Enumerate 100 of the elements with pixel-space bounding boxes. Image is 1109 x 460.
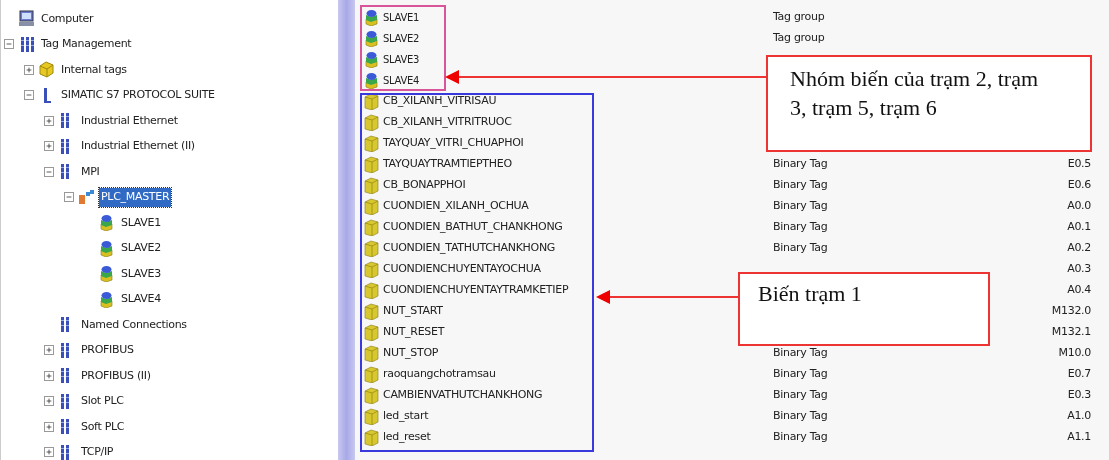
stack-icon	[363, 9, 380, 26]
tag-address: M10.0	[1057, 345, 1092, 362]
tree-item[interactable]: SLAVE2	[119, 239, 163, 258]
tag-address: M132.0	[1050, 303, 1092, 320]
tag-name[interactable]: NUT_STOP	[383, 345, 439, 362]
collapse-toggle[interactable]	[44, 166, 54, 177]
tree-item[interactable]: Internal tags	[59, 60, 129, 79]
tag-name[interactable]: CUONDIEN_TATHUTCHANKHONG	[383, 240, 556, 257]
stack-icon	[98, 290, 115, 308]
tag-type: Tag group	[773, 30, 826, 47]
tag-address: E0.7	[1066, 366, 1092, 383]
cube-icon	[363, 219, 380, 236]
tree-item[interactable]: Named Connections	[79, 315, 189, 334]
tree-item[interactable]: SLAVE4	[119, 290, 163, 309]
stack-icon	[363, 30, 380, 47]
tag-address: E0.3	[1066, 387, 1092, 404]
tree-item[interactable]: Soft PLC	[79, 417, 127, 436]
tag-name[interactable]: TAYQUAYTRAMTIEPTHEO	[383, 156, 512, 173]
cube-icon	[363, 135, 380, 152]
tree-item[interactable]: TCP/IP	[79, 443, 116, 460]
expand-toggle[interactable]	[44, 370, 54, 381]
tag-name[interactable]: SLAVE1	[383, 10, 420, 25]
expand-toggle[interactable]	[44, 396, 54, 407]
cube-icon	[363, 408, 380, 425]
tag-name[interactable]: SLAVE3	[383, 52, 420, 67]
stack-icon	[363, 72, 380, 89]
tag-address: A0.3	[1066, 261, 1092, 278]
cube-icon	[363, 240, 380, 257]
computer-icon	[18, 10, 35, 28]
tag-address: A0.4	[1066, 282, 1092, 299]
tree-item[interactable]: MPI	[79, 162, 102, 181]
tag-type: Binary Tag	[773, 156, 829, 173]
tag-name[interactable]: CUONDIEN_BATHUT_CHANKHONG	[383, 219, 563, 236]
tag-name[interactable]: NUT_START	[383, 303, 443, 320]
tag-name[interactable]: raoquangchotramsau	[383, 366, 496, 383]
tag-type: Binary Tag	[773, 345, 829, 362]
stack-icon	[98, 265, 115, 283]
tree-item[interactable]: SLAVE1	[119, 213, 163, 232]
collapse-toggle[interactable]	[64, 192, 74, 203]
tag-name[interactable]: CUONDIEN_XILANH_OCHUA	[383, 198, 529, 215]
tag-address: E0.6	[1066, 177, 1092, 194]
tag-address: A0.2	[1066, 240, 1092, 257]
tree-item[interactable]: SLAVE3	[119, 264, 163, 283]
cube-icon	[363, 156, 380, 173]
tag-name[interactable]: SLAVE2	[383, 31, 420, 46]
tag-name[interactable]: led_start	[383, 408, 429, 425]
cube-icon	[363, 324, 380, 341]
tag-name[interactable]: CB_XILANH_VITRITRUOC	[383, 114, 512, 131]
tree-item[interactable]: Industrial Ethernet	[79, 111, 180, 130]
tag-type: Binary Tag	[773, 366, 829, 383]
cube-icon	[363, 282, 380, 299]
tag-type: Binary Tag	[773, 387, 829, 404]
collapse-toggle[interactable]	[24, 90, 34, 101]
tag-name[interactable]: CB_XILANH_VITRISAU	[383, 93, 497, 110]
expand-toggle[interactable]	[44, 345, 54, 356]
callout: Biến trạm 1	[738, 272, 990, 346]
tag-address: A1.0	[1066, 408, 1092, 425]
cube-icon	[363, 429, 380, 446]
tag-type: Binary Tag	[773, 219, 829, 236]
collapse-toggle[interactable]	[4, 39, 14, 50]
expand-toggle[interactable]	[44, 115, 54, 126]
tag-address: A1.1	[1066, 429, 1092, 446]
tag-type: Binary Tag	[773, 408, 829, 425]
tag-type: Tag group	[773, 9, 826, 26]
expand-toggle[interactable]	[44, 421, 54, 432]
cube-icon	[363, 303, 380, 320]
stack-icon	[363, 51, 380, 68]
cube-icon	[363, 366, 380, 383]
tag-name[interactable]: TAYQUAY_VITRI_CHUAPHOI	[383, 135, 524, 152]
tag-name[interactable]: NUT_RESET	[383, 324, 445, 341]
cube-icon	[363, 177, 380, 194]
tag-name[interactable]: CB_BONAPPHOI	[383, 177, 466, 194]
tag-name[interactable]: CUONDIENCHUYENTAYOCHUA	[383, 261, 541, 278]
tree-item[interactable]: PLC_MASTER	[99, 188, 172, 207]
tree-item[interactable]: Tag Management	[39, 35, 134, 54]
tree-item[interactable]: Computer	[39, 9, 96, 28]
tag-type: Binary Tag	[773, 177, 829, 194]
tag-name[interactable]: CAMBIENVATHUTCHANKHONG	[383, 387, 543, 404]
tree-item[interactable]: PROFIBUS	[79, 341, 136, 360]
tag-address: M132.1	[1050, 324, 1092, 341]
expand-toggle[interactable]	[44, 141, 54, 152]
tag-type: Binary Tag	[773, 198, 829, 215]
stack-icon	[98, 239, 115, 257]
tree-item[interactable]: Industrial Ethernet (II)	[79, 137, 197, 156]
cube-icon	[363, 261, 380, 278]
tag-name[interactable]: CUONDIENCHUYENTAYTRAMKETIEP	[383, 282, 569, 299]
station-icon	[78, 188, 95, 206]
tag-name[interactable]: led_reset	[383, 429, 431, 446]
bars-icon	[18, 35, 35, 53]
tag-type: Binary Tag	[773, 429, 829, 446]
tag-address: A0.0	[1066, 198, 1092, 215]
tag-name[interactable]: SLAVE4	[383, 73, 420, 88]
callout: Nhóm biến của trạm 2, trạm 3, trạm 5, trạm 6	[766, 55, 1092, 152]
tree-item[interactable]: PROFIBUS (II)	[79, 366, 153, 385]
expand-toggle[interactable]	[24, 64, 34, 75]
cube-icon	[363, 387, 380, 404]
expand-toggle[interactable]	[44, 447, 54, 458]
tree-item[interactable]: Slot PLC	[79, 392, 126, 411]
tree-item[interactable]: SIMATIC S7 PROTOCOL SUITE	[59, 86, 217, 105]
tag-address: E0.5	[1066, 156, 1092, 173]
